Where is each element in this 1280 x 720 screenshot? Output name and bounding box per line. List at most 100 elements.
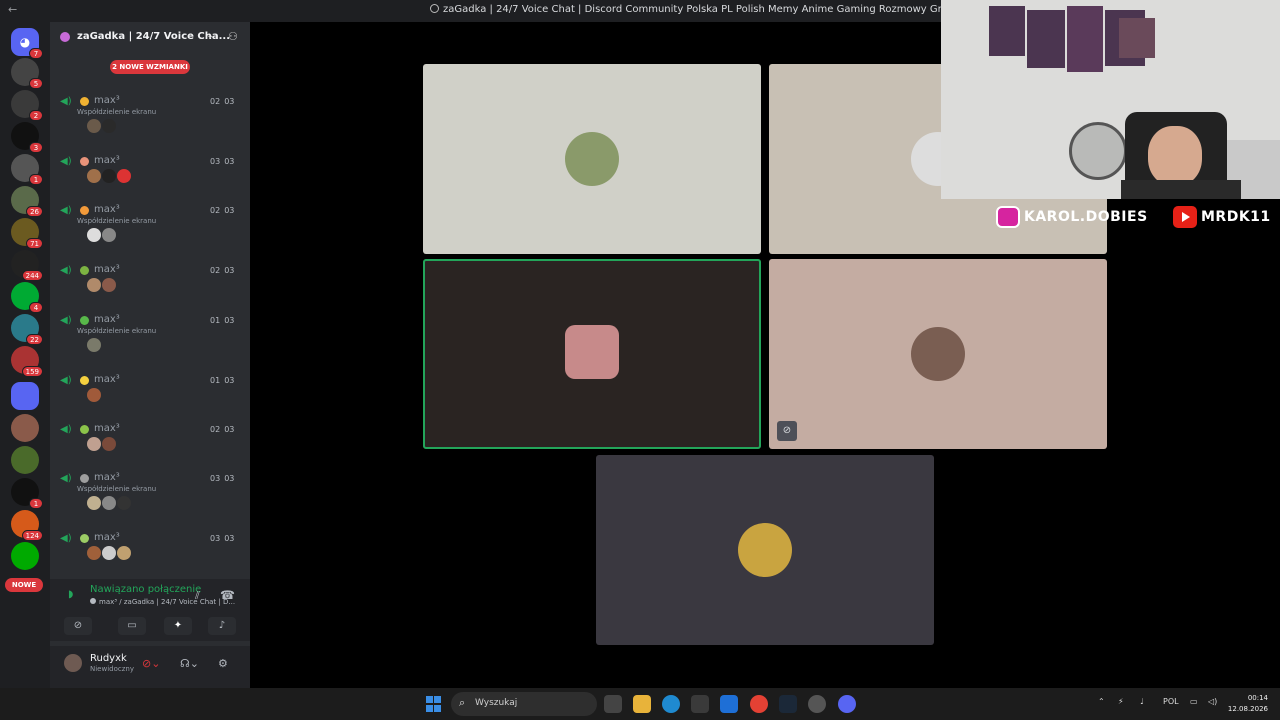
voice-channel-item[interactable]: ◀) max³ 02 03 — [50, 263, 250, 313]
participant-tile-speaking[interactable] — [423, 259, 761, 449]
start-button[interactable] — [426, 696, 442, 712]
edge-icon[interactable] — [662, 695, 680, 713]
unread-badge: 4 — [29, 302, 43, 313]
task-view-icon[interactable] — [604, 695, 622, 713]
direct-messages-button[interactable]: ◕ 7 — [11, 28, 43, 59]
avatar[interactable] — [87, 338, 101, 352]
avatar[interactable] — [102, 546, 116, 560]
avatar[interactable] — [87, 546, 101, 560]
server-icon[interactable]: 26 — [11, 186, 43, 217]
speaker-icon: ◀) — [60, 205, 72, 216]
avatar[interactable] — [102, 496, 116, 510]
store-icon[interactable] — [691, 695, 709, 713]
new-mentions-pill[interactable]: 2 NOWE WZMIANKI — [110, 60, 190, 74]
server-icon[interactable]: 159 — [11, 346, 43, 377]
server-icon[interactable]: 22 — [11, 314, 43, 345]
disconnect-icon[interactable]: ☎ — [220, 588, 235, 602]
voice-status[interactable]: Nawiązano połączenie — [90, 584, 201, 595]
volume-icon[interactable]: ◁) — [1208, 697, 1217, 706]
timer-minutes: 03 — [224, 474, 235, 483]
username[interactable]: Rudyxk — [90, 653, 127, 664]
gear-icon[interactable]: ⚙ — [218, 657, 228, 670]
screen-share-button[interactable]: ▭ — [118, 617, 146, 635]
server-icon[interactable] — [11, 542, 39, 570]
avatar[interactable] — [102, 228, 116, 242]
activities-button[interactable]: ✦ — [164, 617, 192, 635]
webcam-overlay — [941, 0, 1280, 199]
avatar[interactable] — [87, 437, 101, 451]
avatar — [565, 132, 619, 186]
avatar[interactable] — [117, 169, 131, 183]
display-icon[interactable]: ▭ — [1190, 697, 1198, 706]
arrow-left-icon[interactable]: ← — [8, 3, 17, 16]
add-member-icon[interactable]: ⚇ — [228, 30, 238, 43]
noise-suppression-icon[interactable]: ⫽ — [195, 589, 200, 603]
server-icon[interactable]: 71 — [11, 218, 43, 249]
clock-time: 00:14 — [1247, 694, 1268, 702]
voice-channel-item[interactable]: ◀) max³ 02 03 Współdzielenie ekranu — [50, 203, 250, 253]
server-icon[interactable]: 1 — [11, 154, 43, 185]
voice-channel-item[interactable]: ◀) max³ 01 03 — [50, 373, 250, 423]
mic-muted-icon[interactable]: ⊘⌄ — [142, 657, 160, 670]
server-icon[interactable] — [11, 446, 39, 474]
avatar[interactable] — [87, 388, 101, 402]
avatar[interactable] — [87, 278, 101, 292]
timer-hours: 03 — [210, 157, 221, 166]
server-icon[interactable]: 3 — [11, 122, 43, 153]
new-unreads-pill[interactable]: NOWE — [5, 578, 43, 592]
steam-icon[interactable] — [779, 695, 797, 713]
avatar[interactable] — [102, 278, 116, 292]
server-icon[interactable]: 5 — [11, 58, 43, 89]
server-icon[interactable]: 244 — [11, 250, 43, 281]
avatar[interactable] — [87, 496, 101, 510]
screen-share-status: Współdzielenie ekranu — [77, 485, 157, 493]
timer-hours: 01 — [210, 316, 221, 325]
avatar[interactable] — [87, 119, 101, 133]
avatar[interactable] — [102, 437, 116, 451]
server-icon[interactable]: 1 — [11, 478, 43, 509]
avatar[interactable] — [102, 119, 116, 133]
network-icon[interactable]: ⚡ — [1118, 697, 1124, 706]
microphone-icon[interactable]: ♩ — [1140, 697, 1144, 706]
clock[interactable]: 00:14 12.08.2026 — [1226, 693, 1268, 715]
voice-channel-item[interactable]: ◀) max³ 02 03 — [50, 422, 250, 472]
signal-icon[interactable]: ◗ — [68, 589, 73, 600]
channel-emoji-icon — [80, 266, 89, 275]
avatar[interactable] — [117, 496, 131, 510]
server-icon[interactable]: 4 — [11, 282, 43, 313]
discord-icon[interactable] — [838, 695, 856, 713]
mail-icon[interactable] — [720, 695, 738, 713]
shirt — [1121, 180, 1241, 199]
language-indicator[interactable]: POL — [1163, 697, 1179, 706]
avatar[interactable] — [87, 169, 101, 183]
participant-tile[interactable]: ⊘ — [769, 259, 1107, 449]
voice-channel-item[interactable]: ◀) max³ 02 03 Współdzielenie ekranu — [50, 94, 250, 144]
avatar[interactable] — [64, 654, 82, 672]
avatar[interactable] — [117, 546, 131, 560]
app-icon[interactable] — [808, 695, 826, 713]
voice-connection-panel: ◗ Nawiązano połączenie max³ / zaGadka | … — [50, 579, 250, 641]
voice-channel-item[interactable]: ◀) max³ 01 03 Współdzielenie ekranu — [50, 313, 250, 363]
participant-tile[interactable] — [423, 64, 761, 254]
chrome-icon[interactable] — [750, 695, 768, 713]
folder-icon[interactable] — [11, 382, 39, 410]
avatar[interactable] — [102, 169, 116, 183]
channel-timer: 02 03 — [208, 97, 236, 106]
soundboard-button[interactable]: ♪ — [208, 617, 236, 635]
timer-minutes: 03 — [224, 425, 235, 434]
camera-off-button[interactable]: ⊘ — [64, 617, 92, 635]
server-icon[interactable] — [11, 414, 39, 442]
guild-header[interactable]: zaGadka | 24/7 Voice Cha... ⌄ ⚇ — [50, 22, 250, 52]
server-icon[interactable]: 2 — [11, 90, 43, 121]
taskbar-search[interactable]: ⌕ Wyszukaj — [451, 692, 597, 716]
participant-tile[interactable] — [596, 455, 934, 645]
chevron-up-icon[interactable]: ⌃ — [1098, 697, 1105, 706]
voice-channel-item[interactable]: ◀) max³ 03 03 — [50, 154, 250, 204]
avatar[interactable] — [87, 228, 101, 242]
voice-channel-item[interactable]: ◀) max³ 03 03 Współdzielenie ekranu — [50, 471, 250, 521]
headphones-icon[interactable]: ☊⌄ — [180, 657, 199, 670]
file-explorer-icon[interactable] — [633, 695, 651, 713]
voice-channel-item[interactable]: ◀) max³ 03 03 — [50, 531, 250, 581]
server-icon[interactable]: 124 — [11, 510, 43, 541]
unread-badge: 1 — [29, 498, 43, 509]
